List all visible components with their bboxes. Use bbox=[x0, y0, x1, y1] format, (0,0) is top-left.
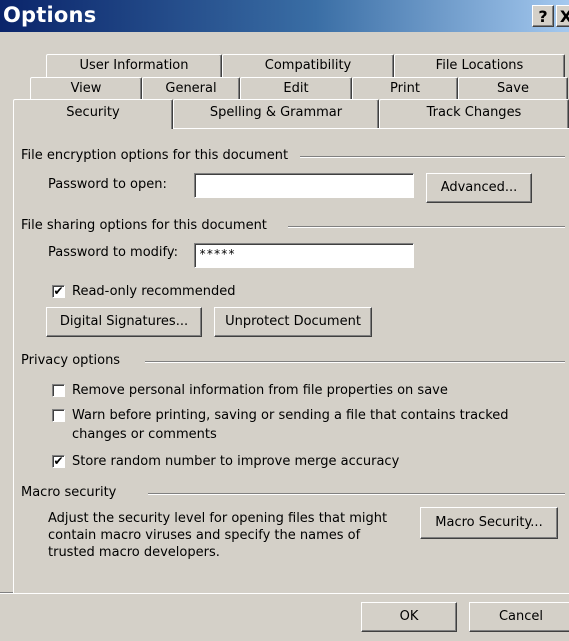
warn-tracked-label-line2[interactable]: changes or comments bbox=[72, 427, 217, 442]
ok-button[interactable]: OK bbox=[361, 602, 457, 632]
password-open-label: Password to open: bbox=[48, 177, 167, 192]
store-random-check-icon: ✔ bbox=[53, 454, 64, 468]
warn-tracked-label-line1[interactable]: Warn before printing, saving or sending … bbox=[72, 408, 509, 423]
privacy-group-divider bbox=[145, 361, 565, 363]
password-open-label-text: Password to open: bbox=[48, 177, 167, 192]
tab-view[interactable]: View bbox=[30, 77, 142, 99]
store-random-label[interactable]: Store random number to improve merge acc… bbox=[72, 454, 399, 469]
tab-edit[interactable]: Edit bbox=[240, 77, 352, 99]
tab-security[interactable]: Security bbox=[13, 99, 173, 129]
close-button[interactable]: X bbox=[556, 5, 569, 27]
sharing-group-divider bbox=[288, 226, 565, 228]
tab-user-information[interactable]: User Information bbox=[46, 54, 222, 78]
unprotect-document-button[interactable]: Unprotect Document bbox=[214, 307, 372, 337]
title-bar[interactable]: Options ? X bbox=[0, 0, 569, 32]
password-modify-label: Password to modify: bbox=[48, 245, 178, 260]
help-button[interactable]: ? bbox=[532, 5, 554, 27]
warn-tracked-checkbox[interactable] bbox=[52, 409, 65, 422]
tab-general[interactable]: General bbox=[142, 77, 240, 99]
macro-description-line2: contain macro viruses and specify the na… bbox=[48, 528, 361, 543]
macro-description-line1: Adjust the security level for opening fi… bbox=[48, 511, 388, 526]
readonly-check-icon: ✔ bbox=[53, 284, 64, 298]
macro-description-line3: trusted macro developers. bbox=[48, 545, 220, 560]
cancel-button[interactable]: Cancel bbox=[469, 602, 569, 632]
password-modify-input[interactable]: ***** bbox=[194, 243, 414, 268]
tab-file-locations[interactable]: File Locations bbox=[394, 54, 565, 78]
macro-group-label: Macro security bbox=[21, 485, 123, 500]
dialog-title: Options bbox=[3, 3, 97, 27]
tab-track-changes[interactable]: Track Changes bbox=[379, 99, 569, 129]
macro-group-divider bbox=[148, 493, 565, 495]
password-modify-label-text: Password to modify: bbox=[48, 245, 178, 260]
encryption-group-label: File encryption options for this documen… bbox=[21, 148, 295, 163]
privacy-group-label: Privacy options bbox=[21, 353, 127, 368]
tab-compatibility[interactable]: Compatibility bbox=[222, 54, 394, 78]
store-random-checkbox[interactable]: ✔ bbox=[52, 455, 65, 468]
sharing-group-label: File sharing options for this document bbox=[21, 218, 273, 233]
macro-security-button[interactable]: Macro Security... bbox=[420, 507, 558, 539]
tab-save[interactable]: Save bbox=[458, 77, 568, 99]
advanced-button[interactable]: Advanced... bbox=[426, 173, 532, 203]
options-dialog: Options ? X User Information Compatibili… bbox=[0, 0, 569, 641]
readonly-checkbox[interactable]: ✔ bbox=[52, 285, 65, 298]
digital-signatures-button[interactable]: Digital Signatures... bbox=[46, 307, 202, 337]
remove-personal-checkbox[interactable] bbox=[52, 384, 65, 397]
tab-spelling-grammar[interactable]: Spelling & Grammar bbox=[173, 99, 379, 129]
password-open-input[interactable] bbox=[194, 173, 414, 198]
remove-personal-label[interactable]: Remove personal information from file pr… bbox=[72, 383, 448, 398]
encryption-group-divider bbox=[300, 156, 565, 158]
readonly-label[interactable]: Read-only recommended bbox=[72, 284, 235, 299]
tab-print[interactable]: Print bbox=[352, 77, 458, 99]
